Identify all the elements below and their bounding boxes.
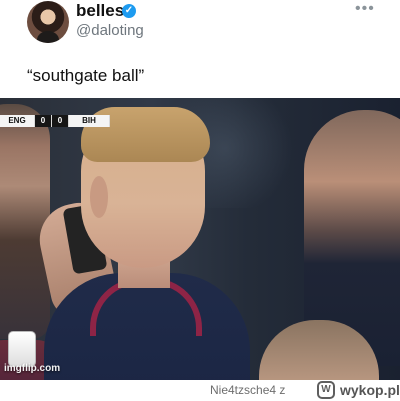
scorebug: ENG 0 0 BIH [0, 115, 110, 127]
home-team: ENG [0, 115, 35, 127]
england-crest [8, 331, 36, 367]
more-icon[interactable]: ••• [355, 1, 375, 17]
left-spectator [0, 104, 50, 339]
tweet-header: belles ✓ @daloting ••• “southgate ball” [0, 0, 400, 98]
display-name[interactable]: belles [76, 1, 124, 21]
away-team: BIH [69, 115, 110, 127]
footer-username[interactable]: Nie4tzsche4 z [210, 383, 285, 397]
center-player-ear [90, 176, 108, 218]
footer-brand[interactable]: wykop.pl [340, 382, 400, 398]
away-score: 0 [52, 115, 69, 127]
tweet-image[interactable]: ENG 0 0 BIH imgflip.com [0, 98, 400, 380]
verified-badge-icon: ✓ [122, 4, 136, 18]
footer-bar: Nie4tzsche4 z W wykop.pl [0, 380, 400, 401]
watermark: imgflip.com [4, 363, 61, 374]
wykop-icon[interactable]: W [317, 381, 335, 399]
home-score: 0 [35, 115, 52, 127]
user-handle[interactable]: @daloting [76, 22, 144, 40]
tweet-text: “southgate ball” [27, 66, 145, 85]
avatar[interactable] [27, 1, 69, 43]
